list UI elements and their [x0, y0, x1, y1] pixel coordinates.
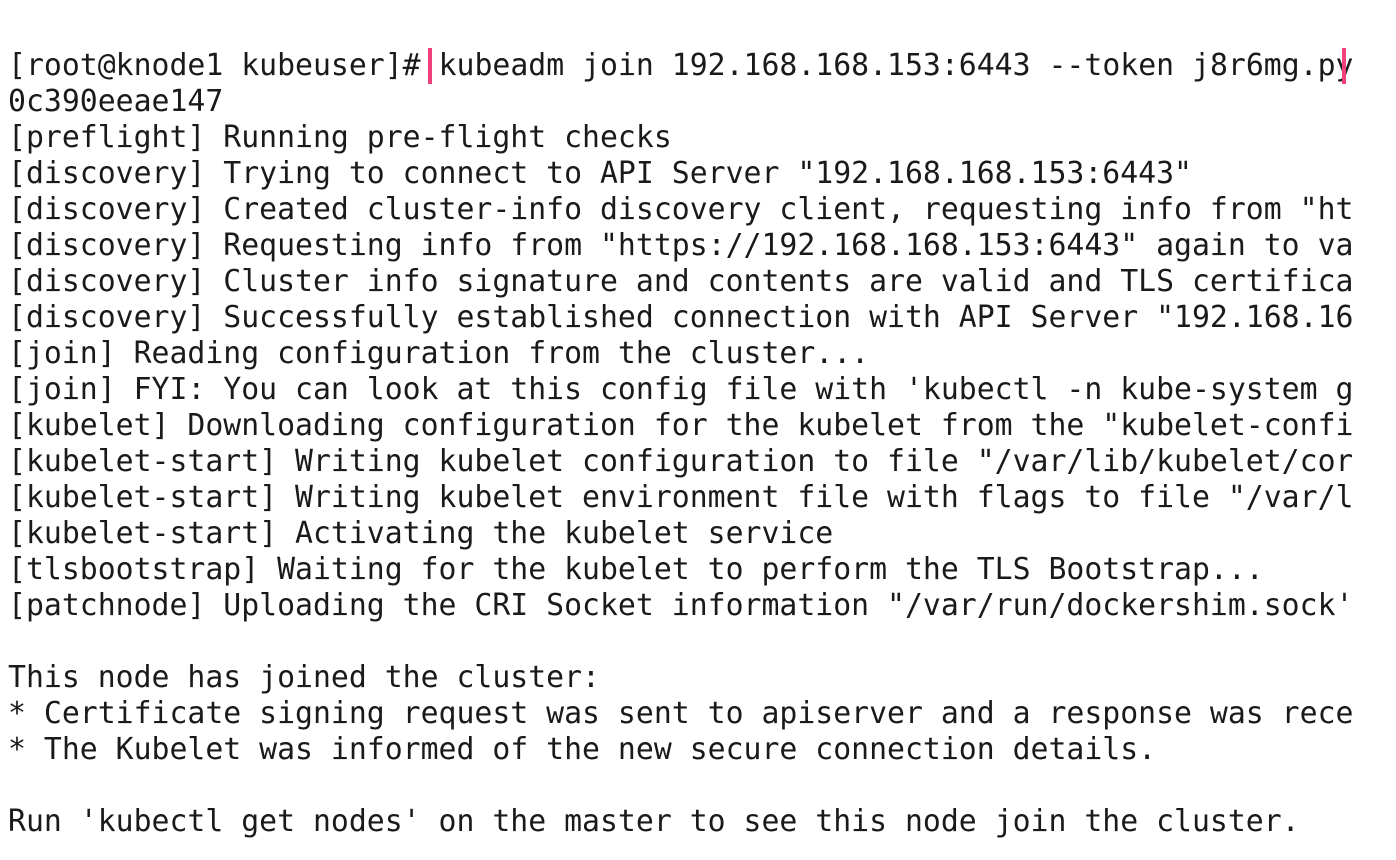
shell-prompt: [root@knode1 kubeuser]# — [8, 48, 421, 83]
output-line: [discovery] Cluster info signature and c… — [8, 264, 1352, 299]
output-line: [join] FYI: You can look at this config … — [8, 372, 1352, 407]
final-message: Run 'kubectl get nodes' on the master to… — [8, 804, 1300, 839]
join-command[interactable]: kubeadm join 192.168.168.153:6443 --toke… — [439, 48, 1352, 83]
output-line: [discovery] Created cluster-info discove… — [8, 192, 1352, 227]
terminal-window[interactable]: [root@knode1 kubeuser]# kubeadm join 192… — [0, 0, 1396, 860]
terminal-output: [root@knode1 kubeuser]# kubeadm join 192… — [8, 48, 1352, 840]
output-line: [join] Reading configuration from the cl… — [8, 336, 870, 371]
output-line: [discovery] Requesting info from "https:… — [8, 228, 1352, 263]
output-line: [kubelet-start] Activating the kubelet s… — [8, 516, 834, 551]
joined-detail-line: * The Kubelet was informed of the new se… — [8, 732, 1157, 767]
output-line: [preflight] Running pre-flight checks — [8, 120, 672, 155]
joined-detail-line: * Certificate signing request was sent t… — [8, 696, 1352, 731]
output-line: [patchnode] Uploading the CRI Socket inf… — [8, 588, 1352, 623]
joined-heading: This node has joined the cluster: — [8, 660, 600, 695]
output-line: [tlsbootstrap] Waiting for the kubelet t… — [8, 552, 1264, 587]
command-line: [root@knode1 kubeuser]# kubeadm join 192… — [8, 48, 1352, 84]
output-line: [discovery] Successfully established con… — [8, 300, 1352, 335]
output-line: [kubelet-start] Writing kubelet environm… — [8, 480, 1352, 515]
output-line: [discovery] Trying to connect to API Ser… — [8, 156, 1192, 191]
output-line: [kubelet-start] Writing kubelet configur… — [8, 444, 1352, 479]
output-line: [kubelet] Downloading configuration for … — [8, 408, 1352, 443]
command-wrap-line: 0c390eeae147 — [8, 84, 224, 119]
